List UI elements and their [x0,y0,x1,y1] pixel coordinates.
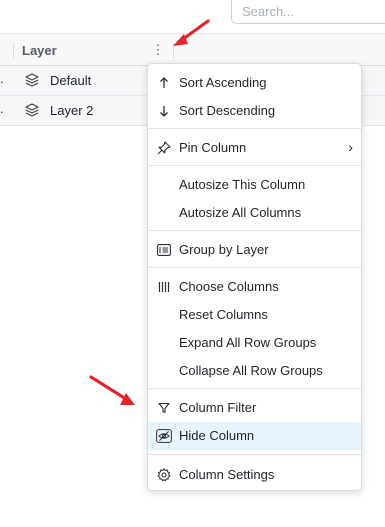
arrow-down-icon [156,103,172,119]
search-input[interactable] [242,1,382,21]
menu-item-choose-columns[interactable]: Choose Columns [148,273,361,301]
eye-off-icon [156,428,172,444]
gear-icon [156,467,172,483]
columns-icon [156,279,172,295]
menu-item-label: Group by Layer [179,242,269,257]
menu-item-pin-column[interactable]: Pin Column › [148,134,361,162]
menu-item-autosize-all-columns[interactable]: Autosize All Columns [148,199,361,227]
row-label: Default [50,73,92,88]
menu-item-autosize-this-column[interactable]: Autosize This Column [148,171,361,199]
menu-item-sort-ascending[interactable]: Sort Ascending [148,69,361,97]
layers-icon [25,73,39,87]
layers-icon [25,103,39,117]
menu-item-label: Column Filter [179,400,257,415]
menu-item-hide-column[interactable]: Hide Column [148,422,361,450]
pin-icon [156,140,172,156]
menu-item-label: Autosize All Columns [179,205,302,220]
menu-divider [148,388,361,389]
menu-divider [148,165,361,166]
menu-item-label: Expand All Row Groups [179,335,317,350]
group-icon [156,242,172,258]
annotation-arrow-icon [89,375,135,405]
menu-item-label: Autosize This Column [179,177,306,192]
menu-item-label: Choose Columns [179,279,279,294]
menu-item-expand-all-row-groups[interactable]: Expand All Row Groups [148,329,361,357]
menu-divider [148,267,361,268]
row-prefix: . [0,71,4,86]
annotation-arrow-icon [173,19,210,46]
arrow-up-icon [156,75,172,91]
column-menu-button[interactable]: ⋮ [151,40,165,60]
menu-item-label: Column Settings [179,467,275,482]
menu-item-label: Sort Ascending [179,75,267,90]
menu-item-column-filter[interactable]: Column Filter [148,394,361,422]
menu-item-column-settings[interactable]: Column Settings [148,461,361,489]
menu-item-label: Sort Descending [179,103,276,118]
column-menu: Sort Ascending Sort Descending Pin Colum… [147,63,362,491]
menu-divider [148,454,361,455]
menu-item-label: Hide Column [179,428,255,443]
filter-icon [156,400,172,416]
row-prefix: . [0,101,4,116]
menu-item-group-by-layer[interactable]: Group by Layer [148,236,361,264]
menu-divider [148,230,361,231]
menu-item-label: Collapse All Row Groups [179,363,323,378]
menu-divider [148,128,361,129]
menu-item-label: Pin Column [179,140,247,155]
search-box[interactable] [231,0,385,24]
chevron-right-icon: › [348,139,353,155]
menu-item-collapse-all-row-groups[interactable]: Collapse All Row Groups [148,357,361,385]
column-separator [13,43,14,58]
menu-item-sort-descending[interactable]: Sort Descending [148,97,361,125]
row-label: Layer 2 [50,103,94,118]
menu-item-label: Reset Columns [179,307,268,322]
menu-item-reset-columns[interactable]: Reset Columns [148,301,361,329]
column-header-layer[interactable]: Layer [22,43,57,58]
